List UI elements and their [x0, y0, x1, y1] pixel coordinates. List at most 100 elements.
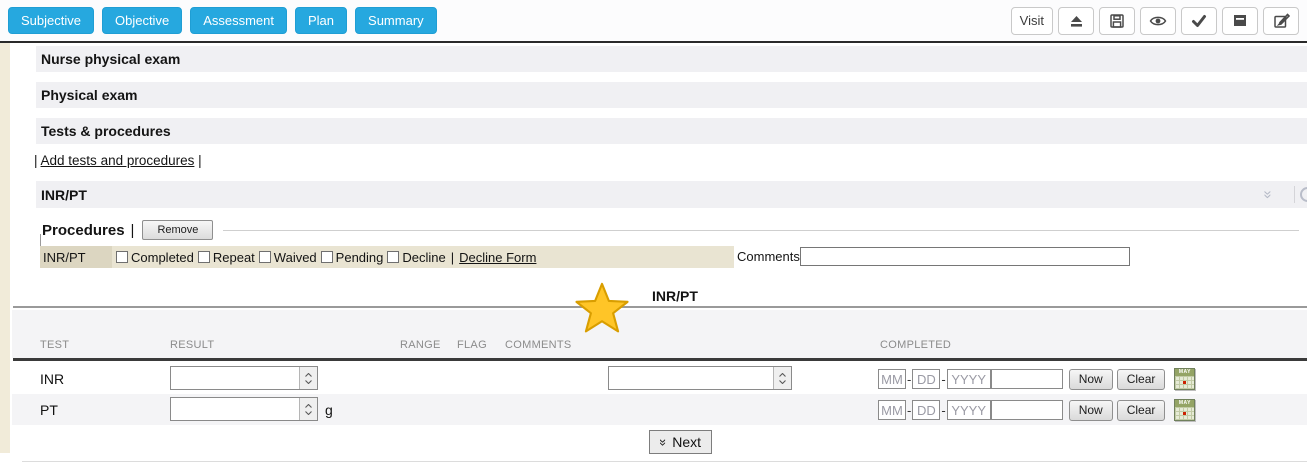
star-icon	[573, 282, 631, 339]
remove-button[interactable]: Remove	[142, 220, 213, 240]
toolbar-actions: Visit	[1011, 7, 1299, 35]
eject-button[interactable]	[1058, 7, 1094, 35]
tab-subjective[interactable]: Subjective	[8, 7, 94, 34]
table-row-inr: INR - - Now Clear MAY	[12, 363, 1307, 394]
month-input[interactable]	[878, 369, 906, 389]
inr-result-spinner[interactable]	[170, 366, 318, 390]
col-comments: COMMENTS	[505, 339, 572, 351]
day-input[interactable]	[912, 400, 940, 420]
checkbox-label: Decline	[402, 250, 445, 265]
divider	[1294, 186, 1295, 203]
pt-completed-date: - - Now Clear MAY	[878, 399, 1195, 421]
spinner-arrows-icon[interactable]	[299, 367, 317, 389]
calendar-icon[interactable]: MAY	[1174, 399, 1195, 421]
checkbox-decline[interactable]: Decline	[387, 250, 445, 265]
inr-result-input[interactable]	[171, 367, 299, 389]
checkbox-icon[interactable]	[321, 251, 333, 263]
checkbox-icon[interactable]	[387, 251, 399, 263]
checkbox-label: Repeat	[213, 250, 255, 265]
procedures-title: Procedures	[42, 222, 125, 239]
calendar-grid	[1175, 376, 1194, 389]
test-name: PT	[40, 402, 58, 418]
next-button[interactable]: » Next	[649, 430, 712, 454]
tab-objective[interactable]: Objective	[102, 7, 182, 34]
section-label: INR/PT	[41, 187, 87, 203]
year-input[interactable]	[947, 369, 991, 389]
spinner-arrows-icon[interactable]	[299, 398, 317, 420]
tab-assessment[interactable]: Assessment	[190, 7, 287, 34]
comments-label: Comments	[737, 249, 800, 264]
spinner-arrows-icon[interactable]	[773, 367, 791, 389]
confirm-button[interactable]	[1181, 7, 1217, 35]
checkbox-label: Pending	[336, 250, 384, 265]
pt-result-input[interactable]	[171, 398, 299, 420]
col-result: RESULT	[170, 339, 214, 351]
status-circle-icon	[1300, 187, 1307, 202]
results-title: INR/PT	[652, 288, 698, 304]
unit-label: g	[325, 402, 333, 418]
time-input[interactable]	[991, 400, 1063, 420]
inr-comments-input[interactable]	[609, 367, 773, 389]
eye-icon	[1149, 14, 1167, 28]
date-dash: -	[907, 372, 911, 387]
month-input[interactable]	[878, 400, 906, 420]
procedures-heading: Procedures | Remove	[42, 220, 1299, 240]
now-button[interactable]: Now	[1069, 400, 1113, 421]
procedure-comments-input[interactable]	[800, 247, 1130, 266]
checkbox-icon[interactable]	[198, 251, 210, 263]
now-button[interactable]: Now	[1069, 369, 1113, 390]
checkbox-repeat[interactable]: Repeat	[198, 250, 255, 265]
calendar-grid	[1175, 407, 1194, 420]
pipe: |	[451, 250, 454, 265]
chevron-down-icon: »	[656, 438, 671, 445]
fieldset-border	[40, 234, 41, 246]
calendar-dot	[1183, 381, 1186, 384]
section-tests-procedures[interactable]: Tests & procedures	[36, 118, 1307, 144]
table-row-pt: PT g - - Now Clear MAY	[12, 394, 1307, 425]
col-test: TEST	[40, 339, 69, 351]
calendar-icon[interactable]: MAY	[1174, 368, 1195, 390]
tab-plan[interactable]: Plan	[295, 7, 347, 34]
collapse-chevron-icon[interactable]: »	[1259, 190, 1276, 198]
clear-button[interactable]: Clear	[1117, 400, 1166, 421]
date-dash: -	[941, 372, 945, 387]
checkbox-icon[interactable]	[116, 251, 128, 263]
clear-button[interactable]: Clear	[1117, 369, 1166, 390]
procedure-status-row: INR/PT Completed Repeat Waived Pending D…	[40, 246, 734, 268]
section-physical-exam[interactable]: Physical exam	[36, 82, 1307, 108]
archive-button[interactable]	[1222, 7, 1258, 35]
next-label: Next	[672, 434, 701, 450]
inr-comments-spinner[interactable]	[608, 366, 792, 390]
checkbox-completed[interactable]: Completed	[116, 250, 194, 265]
add-tests-line: | Add tests and procedures |	[34, 153, 202, 168]
visit-button[interactable]: Visit	[1011, 7, 1053, 35]
tab-summary[interactable]: Summary	[355, 7, 437, 34]
year-input[interactable]	[947, 400, 991, 420]
heading-rule	[223, 230, 1299, 231]
save-button[interactable]	[1099, 7, 1135, 35]
section-controls: »	[1264, 181, 1307, 208]
day-input[interactable]	[912, 369, 940, 389]
compose-icon	[1273, 13, 1290, 29]
top-toolbar: Subjective Objective Assessment Plan Sum…	[0, 0, 1307, 43]
checkbox-label: Completed	[131, 250, 194, 265]
add-tests-link[interactable]: Add tests and procedures	[41, 153, 195, 168]
checkbox-pending[interactable]: Pending	[321, 250, 384, 265]
section-inr-pt[interactable]: INR/PT »	[36, 181, 1307, 208]
panel-top-rule	[13, 306, 1307, 308]
soap-note-page: Subjective Objective Assessment Plan Sum…	[0, 0, 1307, 465]
section-label: Tests & procedures	[41, 123, 171, 139]
pipe-right: |	[198, 153, 202, 168]
pipe: |	[131, 222, 135, 239]
compose-button[interactable]	[1263, 7, 1299, 35]
header-bottom-rule	[13, 358, 1307, 361]
checkbox-icon[interactable]	[259, 251, 271, 263]
pt-result-spinner[interactable]	[170, 397, 318, 421]
time-input[interactable]	[991, 369, 1063, 389]
checkbox-waived[interactable]: Waived	[259, 250, 317, 265]
eject-icon	[1068, 13, 1085, 29]
calendar-month-label: MAY	[1175, 369, 1194, 376]
preview-button[interactable]	[1140, 7, 1176, 35]
section-nurse-physical-exam[interactable]: Nurse physical exam	[36, 46, 1307, 72]
decline-form-link[interactable]: Decline Form	[459, 250, 536, 265]
